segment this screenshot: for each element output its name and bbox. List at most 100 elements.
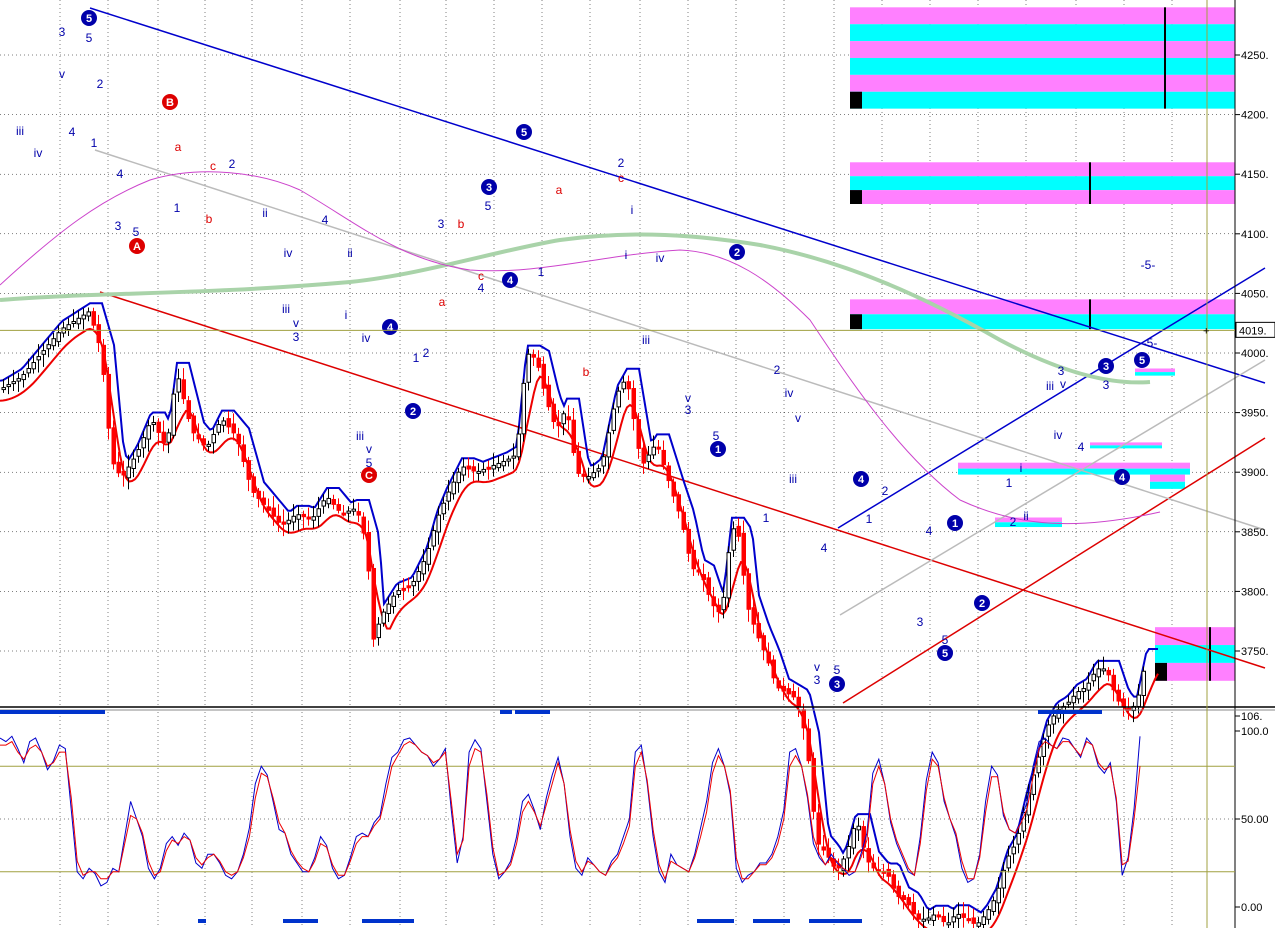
y-tick-label: 3900. — [1241, 467, 1269, 479]
candle-body — [111, 427, 116, 465]
fib-band — [1150, 474, 1185, 482]
candle-body — [1081, 688, 1086, 693]
candle-body — [431, 530, 436, 547]
wave-label: a — [439, 295, 446, 309]
wave-label: 3 — [1103, 378, 1110, 392]
candle-body — [451, 481, 456, 495]
y-tick-label: 4200. — [1241, 110, 1269, 122]
candle-body — [116, 461, 121, 474]
wave-label: 3 — [438, 217, 445, 231]
candle-body — [726, 552, 731, 599]
candle-body — [211, 433, 216, 444]
candle-body — [631, 388, 636, 420]
wave-label: 5 — [485, 199, 492, 213]
osc-tick-label: 50.00 — [1241, 814, 1269, 826]
candle-body — [666, 465, 671, 482]
candle-body — [776, 680, 781, 689]
signal-bar — [1038, 710, 1102, 714]
wave-label: 5 — [713, 429, 720, 443]
candle-body — [421, 561, 426, 575]
candle-body — [676, 494, 681, 512]
wave-label: 2 — [734, 247, 740, 259]
y-tick-label: 3850. — [1241, 527, 1269, 539]
candle-body — [1116, 689, 1121, 702]
wave-label: 2 — [1010, 515, 1017, 529]
wave-label: iii — [282, 302, 290, 316]
wave-label: 1 — [413, 351, 420, 365]
wave-label: 4 — [387, 322, 394, 334]
wave-label: A — [133, 241, 141, 253]
candle-body — [686, 528, 691, 554]
candle-body — [706, 577, 711, 595]
candle-body — [1096, 668, 1101, 678]
candle-body — [641, 447, 646, 464]
candle-body — [236, 433, 241, 445]
wave-label: 5 — [133, 225, 140, 239]
candle-body — [1016, 832, 1021, 845]
candle-body — [751, 607, 756, 625]
candle-body — [321, 500, 326, 507]
candle-body — [846, 845, 851, 859]
candle-body — [136, 449, 141, 457]
candle-body — [241, 444, 246, 462]
osc-tick-label: 106. — [1241, 711, 1262, 723]
wave-label: i — [631, 203, 634, 217]
wave-label: c — [618, 171, 624, 185]
candle-body — [91, 311, 96, 326]
signal-bar — [500, 710, 512, 714]
candle-body — [46, 344, 51, 350]
candle-body — [411, 580, 416, 587]
candle-body — [1091, 673, 1096, 682]
candle-body — [416, 571, 421, 582]
candle-body — [131, 458, 136, 470]
candle-body — [1046, 724, 1051, 737]
fib-marker-block — [850, 91, 862, 109]
wave-label: 3 — [115, 219, 122, 233]
wave-label: 2 — [229, 157, 236, 171]
candle-body — [646, 454, 651, 463]
candle-body — [966, 918, 971, 922]
candle-body — [76, 317, 81, 325]
candle-body — [336, 504, 341, 511]
candle-body — [866, 848, 871, 863]
candle-body — [1086, 682, 1091, 691]
candle-body — [106, 373, 111, 429]
wave-label: 5 — [521, 127, 527, 139]
candle-body — [616, 390, 621, 408]
signal-bar — [753, 919, 790, 923]
fib-band — [1150, 481, 1185, 489]
candle-body — [521, 382, 526, 435]
candle-body — [26, 367, 31, 374]
candle-body — [96, 324, 101, 344]
candle-body — [701, 574, 706, 580]
candle-body — [736, 525, 741, 537]
wave-label: 2 — [97, 77, 104, 91]
y-tick-label: 4000. — [1241, 348, 1269, 360]
candle-body — [586, 476, 591, 480]
wave-label: v — [1060, 377, 1066, 391]
wave-label: 3 — [814, 673, 821, 687]
candle-body — [66, 324, 71, 331]
candle-body — [121, 470, 126, 476]
candle-body — [1, 387, 6, 391]
y-tick-label: 3800. — [1241, 586, 1269, 598]
wave-label: 4 — [322, 213, 329, 227]
candle-body — [1066, 701, 1071, 705]
candle-body — [276, 515, 281, 523]
cursor-crosshair: + — [1203, 325, 1209, 337]
candle-body — [56, 332, 61, 343]
y-tick-label: 4250. — [1241, 50, 1269, 62]
wave-label: 4 — [858, 474, 865, 486]
candle-body — [691, 549, 696, 570]
wave-label: 4 — [821, 541, 828, 555]
wave-label: v — [795, 411, 801, 425]
candle-body — [981, 916, 986, 925]
candle-body — [591, 472, 596, 479]
candle-body — [856, 825, 861, 831]
candle-body — [1051, 715, 1056, 725]
candle-body — [781, 685, 786, 692]
wave-label: 5 — [86, 13, 92, 25]
wave-label: 3 — [59, 25, 66, 39]
candle-body — [41, 350, 46, 355]
candle-body — [426, 547, 431, 565]
